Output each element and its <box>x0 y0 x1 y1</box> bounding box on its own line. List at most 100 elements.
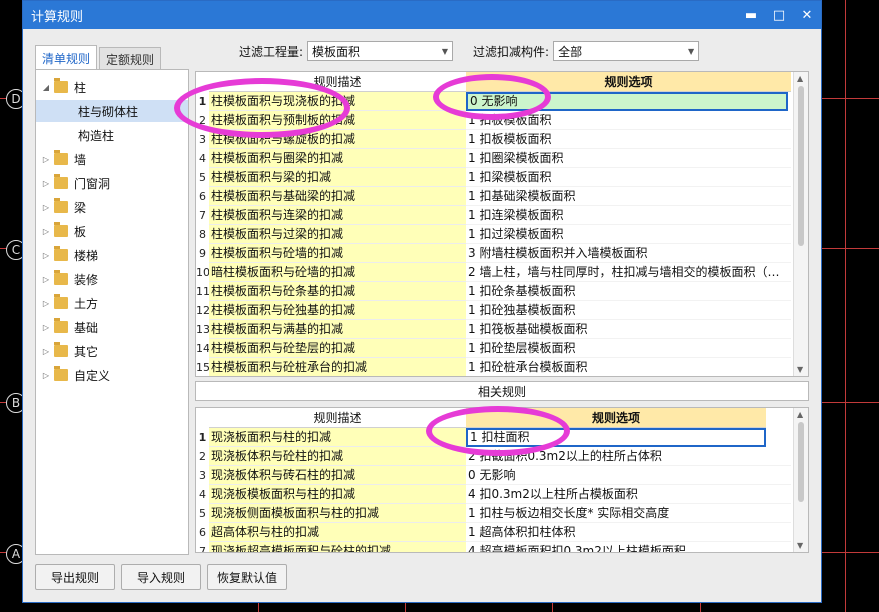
component-filter-select[interactable]: 全部 ▼ <box>553 41 700 61</box>
rule-option-cell[interactable]: 1 扣梁模板面积 <box>466 168 791 187</box>
rule-description-cell[interactable]: 超高体积与柱的扣减 <box>209 523 466 542</box>
rule-option-cell[interactable]: 1 扣砼桩承台模板面积 <box>466 358 791 376</box>
annotation-ellipse <box>174 78 350 138</box>
collapsed-arrow-icon[interactable]: ▷ <box>40 323 52 332</box>
table-row[interactable]: 7 柱模板面积与连梁的扣减 1 扣连梁模板面积 <box>196 206 791 225</box>
tree-node[interactable]: ▷ 楼梯 <box>40 244 186 266</box>
rule-option-cell[interactable]: 1 扣连梁模板面积 <box>466 206 791 225</box>
tree-node[interactable]: ◢ 柱 <box>40 76 186 98</box>
table-row[interactable]: 6 柱模板面积与基础梁的扣减 1 扣基础梁模板面积 <box>196 187 791 206</box>
table-row[interactable]: 5 柱模板面积与梁的扣减 1 扣梁模板面积 <box>196 168 791 187</box>
rule-description-cell[interactable]: 柱模板面积与过梁的扣减 <box>209 225 466 244</box>
table-row[interactable]: 12 柱模板面积与砼独基的扣减 1 扣砼独基模板面积 <box>196 301 791 320</box>
rule-option-cell[interactable]: 1 扣板模板面积 <box>466 130 791 149</box>
rule-option-cell[interactable]: 1 扣砼垫层模板面积 <box>466 339 791 358</box>
rule-option-cell[interactable]: 1 扣圈梁模板面积 <box>466 149 791 168</box>
tab-quota-rules[interactable]: 定额规则 <box>99 47 162 70</box>
rule-description-cell[interactable]: 柱模板面积与满基的扣减 <box>209 320 466 339</box>
table-row[interactable]: 5 现浇板侧面模板面积与柱的扣减 1 扣柱与板边相交长度* 实际相交高度 <box>196 504 791 523</box>
table-row[interactable]: 6 超高体积与柱的扣减 1 超高体积扣柱体积 <box>196 523 791 542</box>
scroll-thumb[interactable] <box>798 422 804 502</box>
rule-description-cell[interactable]: 柱模板面积与连梁的扣减 <box>209 206 466 225</box>
rule-description-cell[interactable]: 现浇板体积与砖石柱的扣减 <box>209 466 466 485</box>
rule-option-cell[interactable]: 1 扣砼条基模板面积 <box>466 282 791 301</box>
row-number: 3 <box>199 469 206 482</box>
collapsed-arrow-icon[interactable]: ▷ <box>40 179 52 188</box>
collapsed-arrow-icon[interactable]: ▷ <box>40 155 52 164</box>
rule-description-cell[interactable]: 现浇板模板面积与柱的扣减 <box>209 485 466 504</box>
rule-description-cell[interactable]: 暗柱模板面积与砼墙的扣减 <box>209 263 466 282</box>
rule-description-cell[interactable]: 现浇板体积与砼柱的扣减 <box>209 447 466 466</box>
table-row[interactable]: 3 现浇板体积与砖石柱的扣减 0 无影响 <box>196 466 791 485</box>
scroll-up-icon[interactable]: ▲ <box>797 410 803 419</box>
table-row[interactable]: 8 柱模板面积与过梁的扣减 1 扣过梁模板面积 <box>196 225 791 244</box>
rule-description-cell[interactable]: 柱模板面积与基础梁的扣减 <box>209 187 466 206</box>
tree-node[interactable]: ▷ 基础 <box>40 316 186 338</box>
rule-option-cell[interactable]: 3 附墙柱模板面积并入墙模板面积 <box>466 244 791 263</box>
tree-node[interactable]: ▷ 门窗洞 <box>40 172 186 194</box>
collapsed-arrow-icon[interactable]: ▷ <box>40 203 52 212</box>
rule-description-cell[interactable]: 柱模板面积与圈梁的扣减 <box>209 149 466 168</box>
rule-description-cell[interactable]: 柱模板面积与砼条基的扣减 <box>209 282 466 301</box>
rule-option-cell[interactable]: 1 扣基础梁模板面积 <box>466 187 791 206</box>
rule-description-cell[interactable]: 柱模板面积与砼桩承台的扣减 <box>209 358 466 376</box>
tree-node[interactable]: ▷ 土方 <box>40 292 186 314</box>
grid-scrollbar[interactable]: ▲ ▼ <box>793 408 808 552</box>
quantity-filter-select[interactable]: 模板面积 ▼ <box>307 41 454 61</box>
collapsed-arrow-icon[interactable]: ▷ <box>40 371 52 380</box>
minimize-icon[interactable]: ▬ <box>737 8 765 23</box>
collapsed-arrow-icon[interactable]: ▷ <box>40 275 52 284</box>
rule-description-cell[interactable]: 柱模板面积与砼墙的扣减 <box>209 244 466 263</box>
tree-node[interactable]: 柱与砌体柱 <box>36 100 188 122</box>
tree-node[interactable]: ▷ 梁 <box>40 196 186 218</box>
collapsed-arrow-icon[interactable]: ▷ <box>40 227 52 236</box>
table-row[interactable]: 13 柱模板面积与满基的扣减 1 扣筏板基础模板面积 <box>196 320 791 339</box>
maximize-icon[interactable]: □ <box>765 8 793 23</box>
table-row[interactable]: 14 柱模板面积与砼垫层的扣减 1 扣砼垫层模板面积 <box>196 339 791 358</box>
rule-option-cell[interactable]: 1 扣砼独基模板面积 <box>466 301 791 320</box>
rule-option-cell[interactable]: 1 超高体积扣柱体积 <box>466 523 791 542</box>
export-rules-button[interactable]: 导出规则 <box>35 564 115 590</box>
collapsed-arrow-icon[interactable]: ▷ <box>40 347 52 356</box>
grid-line <box>845 0 846 612</box>
scroll-thumb[interactable] <box>798 86 804 246</box>
rule-option-cell[interactable]: 2 墙上柱，墙与柱同厚时，柱扣减与墙相交的模板面积（… <box>466 263 791 282</box>
table-row[interactable]: 4 柱模板面积与圈梁的扣减 1 扣圈梁模板面积 <box>196 149 791 168</box>
rule-option-cell[interactable]: 1 扣过梁模板面积 <box>466 225 791 244</box>
table-row[interactable]: 15 柱模板面积与砼桩承台的扣减 1 扣砼桩承台模板面积 <box>196 358 791 376</box>
restore-defaults-button[interactable]: 恢复默认值 <box>207 564 287 590</box>
collapsed-arrow-icon[interactable]: ▷ <box>40 299 52 308</box>
scroll-down-icon[interactable]: ▼ <box>797 541 803 550</box>
rule-description-cell[interactable]: 现浇板侧面模板面积与柱的扣减 <box>209 504 466 523</box>
table-row[interactable]: 10 暗柱模板面积与砼墙的扣减 2 墙上柱，墙与柱同厚时，柱扣减与墙相交的模板面积（… <box>196 263 791 282</box>
close-icon[interactable]: ✕ <box>793 8 821 23</box>
tree-node[interactable]: ▷ 自定义 <box>40 364 186 386</box>
tree-node[interactable]: 构造柱 <box>36 124 188 146</box>
tree-node-label: 柱 <box>74 80 87 95</box>
table-row[interactable]: 9 柱模板面积与砼墙的扣减 3 附墙柱模板面积并入墙模板面积 <box>196 244 791 263</box>
rule-description-cell[interactable]: 柱模板面积与砼垫层的扣减 <box>209 339 466 358</box>
expanded-arrow-icon[interactable]: ◢ <box>40 83 52 92</box>
import-rules-button[interactable]: 导入规则 <box>121 564 201 590</box>
rule-option-cell[interactable]: 1 扣柱与板边相交长度* 实际相交高度 <box>466 504 791 523</box>
table-row[interactable]: 7 现浇板超高模板面积与砼柱的扣减 4 超高模板面积扣0.3m2以上柱模板面积 <box>196 542 791 552</box>
tab-list-rules[interactable]: 清单规则 <box>35 45 98 70</box>
tree-node[interactable]: ▷ 装修 <box>40 268 186 290</box>
rule-option-cell[interactable]: 4 扣0.3m2以上柱所占模板面积 <box>466 485 791 504</box>
rule-option-cell[interactable]: 0 无影响 <box>466 466 791 485</box>
scroll-down-icon[interactable]: ▼ <box>797 365 803 374</box>
table-row[interactable]: 11 柱模板面积与砼条基的扣减 1 扣砼条基模板面积 <box>196 282 791 301</box>
tree-node[interactable]: ▷ 墙 <box>40 148 186 170</box>
tree-node[interactable]: ▷ 板 <box>40 220 186 242</box>
title-bar[interactable]: 计算规则 ▬ □ ✕ <box>23 1 821 29</box>
table-row[interactable]: 4 现浇板模板面积与柱的扣减 4 扣0.3m2以上柱所占模板面积 <box>196 485 791 504</box>
rule-description-cell[interactable]: 柱模板面积与砼独基的扣减 <box>209 301 466 320</box>
tree-node[interactable]: ▷ 其它 <box>40 340 186 362</box>
rule-option-cell[interactable]: 4 超高模板面积扣0.3m2以上柱模板面积 <box>466 542 791 552</box>
collapsed-arrow-icon[interactable]: ▷ <box>40 251 52 260</box>
rule-description-cell[interactable]: 现浇板超高模板面积与砼柱的扣减 <box>209 542 466 552</box>
grid-scrollbar[interactable]: ▲ ▼ <box>793 72 808 376</box>
rule-description-cell[interactable]: 柱模板面积与梁的扣减 <box>209 168 466 187</box>
scroll-up-icon[interactable]: ▲ <box>797 74 803 83</box>
rule-option-cell[interactable]: 1 扣筏板基础模板面积 <box>466 320 791 339</box>
